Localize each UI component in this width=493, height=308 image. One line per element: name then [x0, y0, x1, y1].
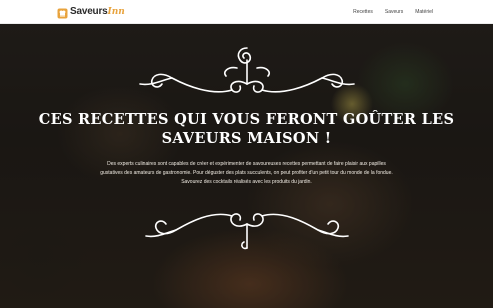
ornament-divider-bottom	[0, 208, 493, 252]
logo-text-accent: Inn	[107, 6, 125, 17]
nav-item-saveurs[interactable]: Saveurs	[385, 9, 403, 15]
site-header: Saveurs Inn Recettes Saveurs Matériel	[0, 0, 493, 24]
hero-section: Ces recettes qui vous feront goûter les …	[0, 24, 493, 308]
logo-text-main: Saveurs	[70, 6, 108, 17]
nav-item-materiel[interactable]: Matériel	[415, 9, 433, 15]
chef-hat-icon	[57, 6, 68, 19]
main-nav: Recettes Saveurs Matériel	[353, 0, 433, 24]
site-logo[interactable]: Saveurs Inn	[57, 0, 125, 24]
ornament-divider-top	[0, 44, 493, 96]
nav-item-recettes[interactable]: Recettes	[353, 9, 373, 15]
hero-title: Ces recettes qui vous feront goûter les …	[38, 111, 455, 147]
hero-description: Des experts culinaires sont capables de …	[100, 161, 393, 185]
